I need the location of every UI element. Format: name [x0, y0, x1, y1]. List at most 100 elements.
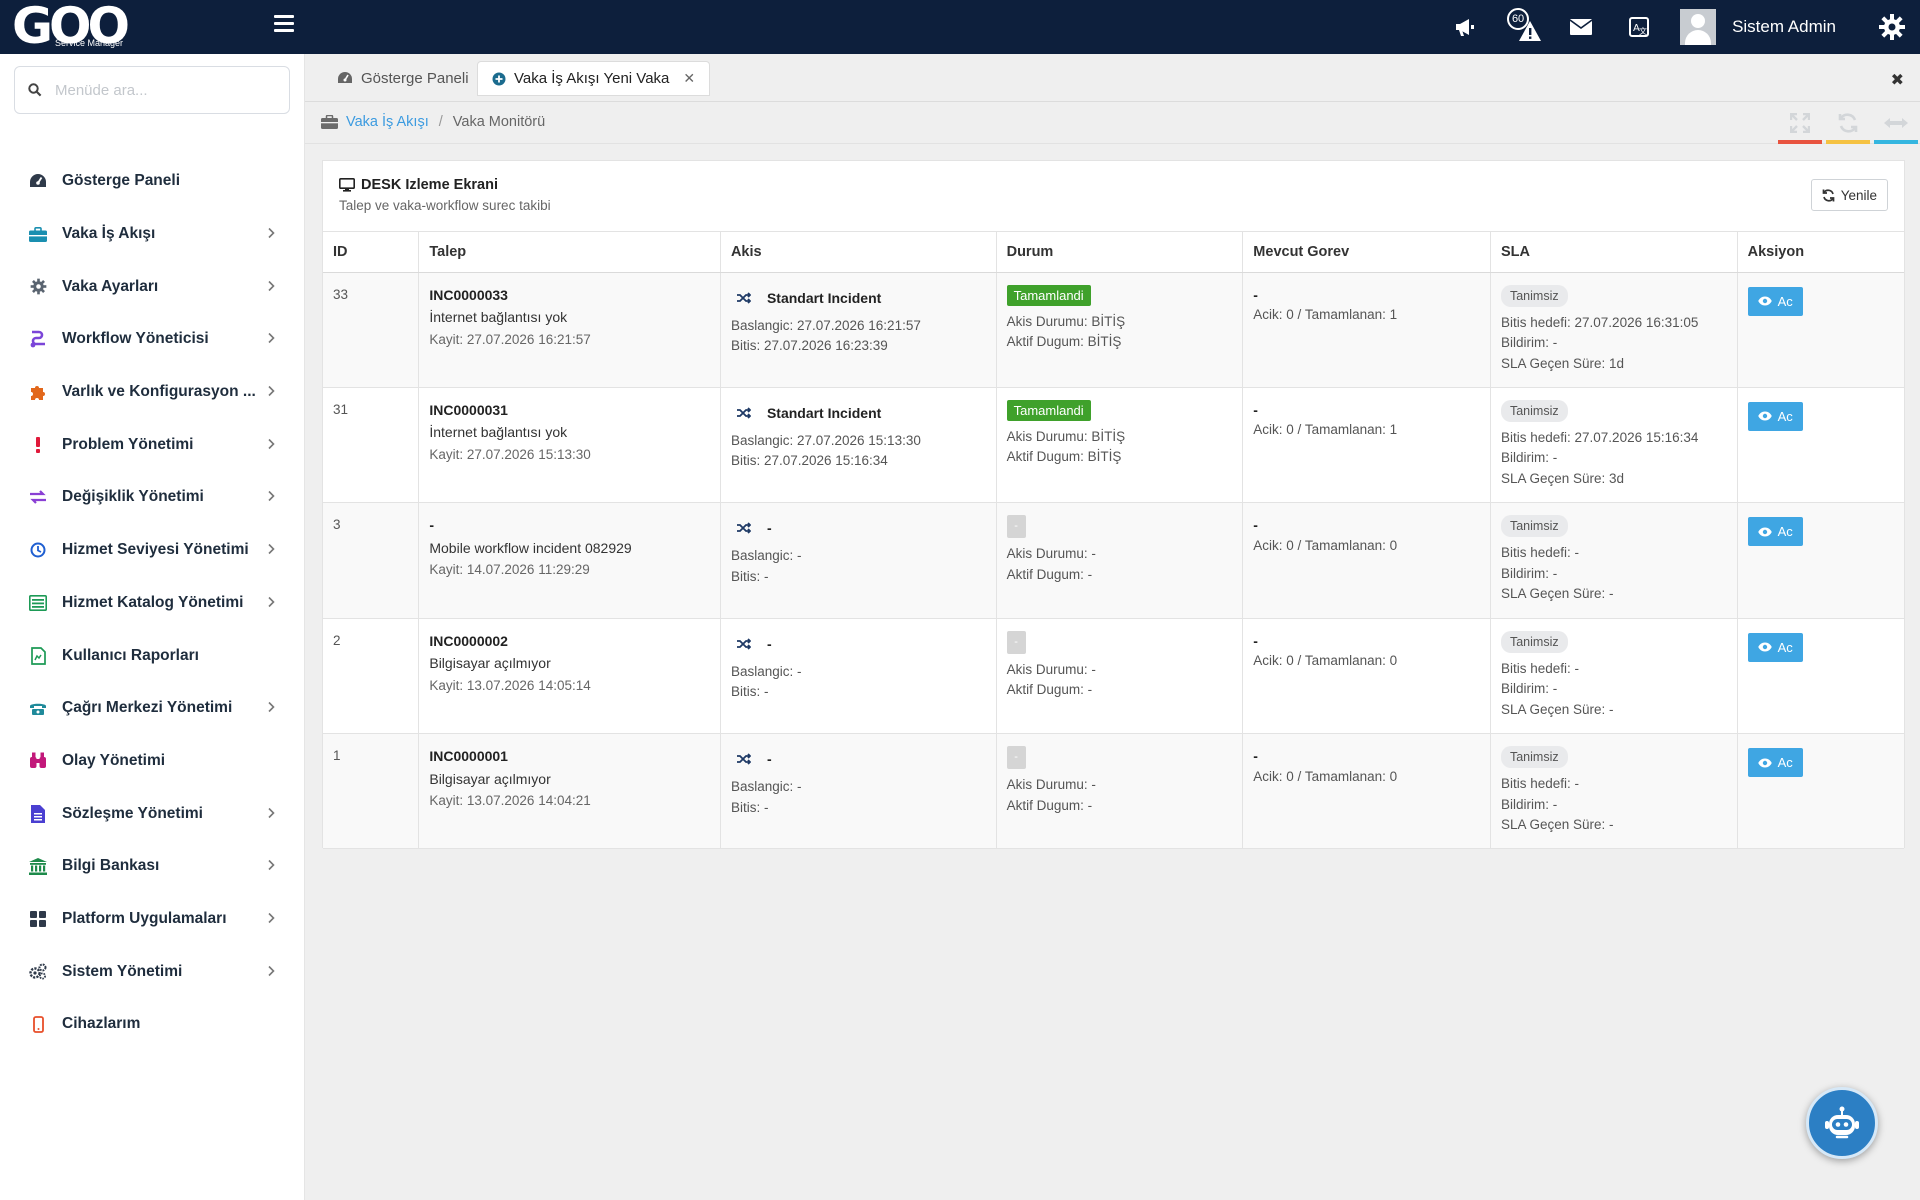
column-header[interactable]: ID	[323, 232, 420, 273]
menu-search-input[interactable]	[55, 81, 275, 99]
eye-icon	[1757, 296, 1772, 306]
open-button[interactable]: Ac	[1747, 286, 1803, 316]
cog-icon	[28, 277, 48, 297]
flow-status: Akis Durumu: -	[1006, 777, 1096, 793]
sla-target: Bitis hedefi: -	[1500, 660, 1580, 676]
sidebar-item-kullanıcı-raporları[interactable]: Kullanıcı Raporları	[0, 629, 305, 682]
sla-elapsed: SLA Geçen Süre: -	[1500, 586, 1614, 602]
cell-id: 1	[323, 733, 420, 850]
close-icon[interactable]: ✕	[683, 70, 695, 87]
current-task: -	[1253, 286, 1258, 303]
arrows-h-icon[interactable]	[1872, 102, 1920, 144]
sla-target: Bitis hedefi: 27.07.2026 15:16:34	[1500, 429, 1699, 445]
cell-gorev: - Acik: 0 / Tamamlanan: 0	[1242, 502, 1491, 619]
flow-end: Bitis: -	[730, 568, 769, 584]
expand-icon[interactable]	[1776, 102, 1824, 144]
sidebar-item-platform-uygulamaları[interactable]: Platform Uygulamaları	[0, 893, 305, 946]
open-button[interactable]: Ac	[1747, 632, 1803, 662]
sidebar-item-label: Platform Uygulamaları	[62, 909, 227, 927]
refresh-tool-bar	[1826, 140, 1870, 144]
chatbot-button[interactable]	[1806, 1087, 1878, 1159]
sidebar-item-olay-yönetimi[interactable]: Olay Yönetimi	[0, 735, 305, 788]
sidebar-item-cihazlarım[interactable]: Cihazlarım	[0, 998, 305, 1051]
breadcrumb-current: Vaka Monitörü	[452, 114, 546, 130]
sidebar-item-label: Çağrı Merkezi Yönetimi	[62, 699, 233, 717]
bank-icon	[28, 856, 48, 876]
sidebar-item-hizmet-seviyesi-yönetimi[interactable]: Hizmet Seviyesi Yönetimi	[0, 524, 305, 577]
column-header[interactable]: Mevcut Gorev	[1242, 232, 1491, 273]
column-header[interactable]: Durum	[996, 232, 1244, 273]
sidebar-item-problem-yönetimi[interactable]: Problem Yönetimi	[0, 418, 305, 471]
sidebar-item-label: Vaka Ayarları	[62, 277, 159, 295]
sidebar-item-varlık-ve-konfigurasyon[interactable]: Varlık ve Konfigurasyon ...	[0, 366, 305, 419]
sidebar-item-değişiklik-yönetimi[interactable]: Değişiklik Yönetimi	[0, 471, 305, 524]
chevron-right-icon	[268, 595, 275, 610]
sidebar-item-vaka-i-ş-akışı[interactable]: Vaka İş Akışı	[0, 208, 305, 261]
eye-icon	[1757, 758, 1772, 768]
refresh-icon[interactable]	[1824, 102, 1872, 144]
breadcrumb-link[interactable]: Vaka İş Akışı	[346, 114, 429, 130]
cell-akis: Standart Incident Baslangic: 27.07.2026 …	[720, 387, 997, 504]
open-button[interactable]: Ac	[1747, 517, 1803, 547]
cell-aksiyon: Ac	[1737, 733, 1904, 850]
column-header[interactable]: SLA	[1490, 232, 1738, 273]
task-stats: Acik: 0 / Tamamlanan: 0	[1253, 537, 1398, 553]
top-right-tools: 60 A文 Sistem Admin	[1436, 0, 1920, 54]
close-all-tabs-icon[interactable]: ✖	[1891, 70, 1904, 90]
sidebar-item-label: Olay Yönetimi	[62, 751, 166, 769]
search-icon	[15, 83, 55, 97]
chevron-right-icon	[268, 543, 275, 558]
table-row: 2 INC0000002 Bilgisayar açılmıyor Kayit:…	[323, 618, 1904, 735]
task-stats: Acik: 0 / Tamamlanan: 0	[1253, 653, 1398, 669]
hamburger-menu-icon[interactable]	[274, 15, 296, 35]
cell-talep: - Mobile workflow incident 082929 Kayit:…	[418, 502, 721, 619]
cell-id: 33	[323, 272, 420, 388]
cell-sla: Tanimsiz Bitis hedefi: - Bildirim: - SLA…	[1490, 502, 1738, 619]
tab-new-case[interactable]: Vaka İş Akışı Yeni Vaka ✕	[477, 61, 711, 96]
column-header[interactable]: Akis	[720, 232, 997, 273]
task-stats: Acik: 0 / Tamamlanan: 0	[1253, 768, 1398, 784]
sidebar-item-label: Cihazlarım	[62, 1015, 141, 1033]
column-header[interactable]: Talep	[418, 232, 721, 273]
open-button-label: Ac	[1777, 293, 1793, 309]
sidebar-item-hizmet-katalog-yönetimi[interactable]: Hizmet Katalog Yönetimi	[0, 577, 305, 630]
megaphone-icon[interactable]	[1436, 0, 1494, 54]
cell-sla: Tanimsiz Bitis hedefi: - Bildirim: - SLA…	[1490, 733, 1738, 850]
cell-aksiyon: Ac	[1737, 387, 1904, 504]
flow-name: Standart Incident	[766, 404, 882, 421]
plus-circle-icon	[492, 72, 506, 86]
language-icon[interactable]: A文	[1610, 0, 1668, 54]
flow-start: Baslangic: -	[730, 779, 802, 795]
sidebar-item-label: Varlık ve Konfigurasyon ...	[62, 383, 256, 401]
request-description: Mobile workflow incident 082929	[429, 539, 632, 556]
tab-dashboard[interactable]: Gösterge Paneli	[325, 61, 481, 95]
active-node: Aktif Dugum: -	[1006, 682, 1093, 698]
breadcrumb-separator: /	[438, 114, 443, 130]
request-description: İnternet bağlantısı yok	[429, 309, 568, 325]
sidebar-item-vaka-ayarları[interactable]: Vaka Ayarları	[0, 260, 305, 313]
open-button[interactable]: Ac	[1747, 748, 1803, 778]
chevron-right-icon	[268, 227, 275, 242]
request-created: Kayit: 14.07.2026 11:29:29	[429, 562, 590, 578]
user-menu[interactable]: Sistem Admin	[1668, 0, 1864, 54]
cell-akis: - Baslangic: - Bitis: -	[720, 733, 997, 850]
sidebar-item-workflow-yöneticisi[interactable]: Workflow Yöneticisi	[0, 313, 305, 366]
refresh-button[interactable]: Yenile	[1810, 179, 1888, 211]
sidebar-item-label: Sözleşme Yönetimi	[62, 804, 203, 822]
sidebar-item-sistem-yönetimi[interactable]: Sistem Yönetimi	[0, 945, 305, 998]
logo[interactable]: GOO Service Manager	[0, 0, 305, 54]
warning-icon[interactable]: 60	[1494, 0, 1552, 54]
column-header[interactable]: Aksiyon	[1737, 232, 1904, 273]
table-row: 3 - Mobile workflow incident 082929 Kayi…	[323, 502, 1904, 619]
shuffle-icon	[731, 517, 757, 539]
envelope-icon[interactable]	[1552, 0, 1610, 54]
open-button[interactable]: Ac	[1747, 401, 1803, 431]
gear-icon[interactable]	[1864, 0, 1920, 54]
sidebar-item-çağrı-merkezi-yönetimi[interactable]: Çağrı Merkezi Yönetimi	[0, 682, 305, 735]
sidebar-item-gösterge-paneli[interactable]: Gösterge Paneli	[0, 155, 305, 208]
sla-notification: Bildirim: -	[1500, 565, 1558, 581]
sidebar-item-sözleşme-yönetimi[interactable]: Sözleşme Yönetimi	[0, 787, 305, 840]
briefcase-icon	[321, 115, 338, 129]
sla-badge: Tanimsiz	[1500, 515, 1568, 538]
sidebar-item-bilgi-bankası[interactable]: Bilgi Bankası	[0, 840, 305, 893]
